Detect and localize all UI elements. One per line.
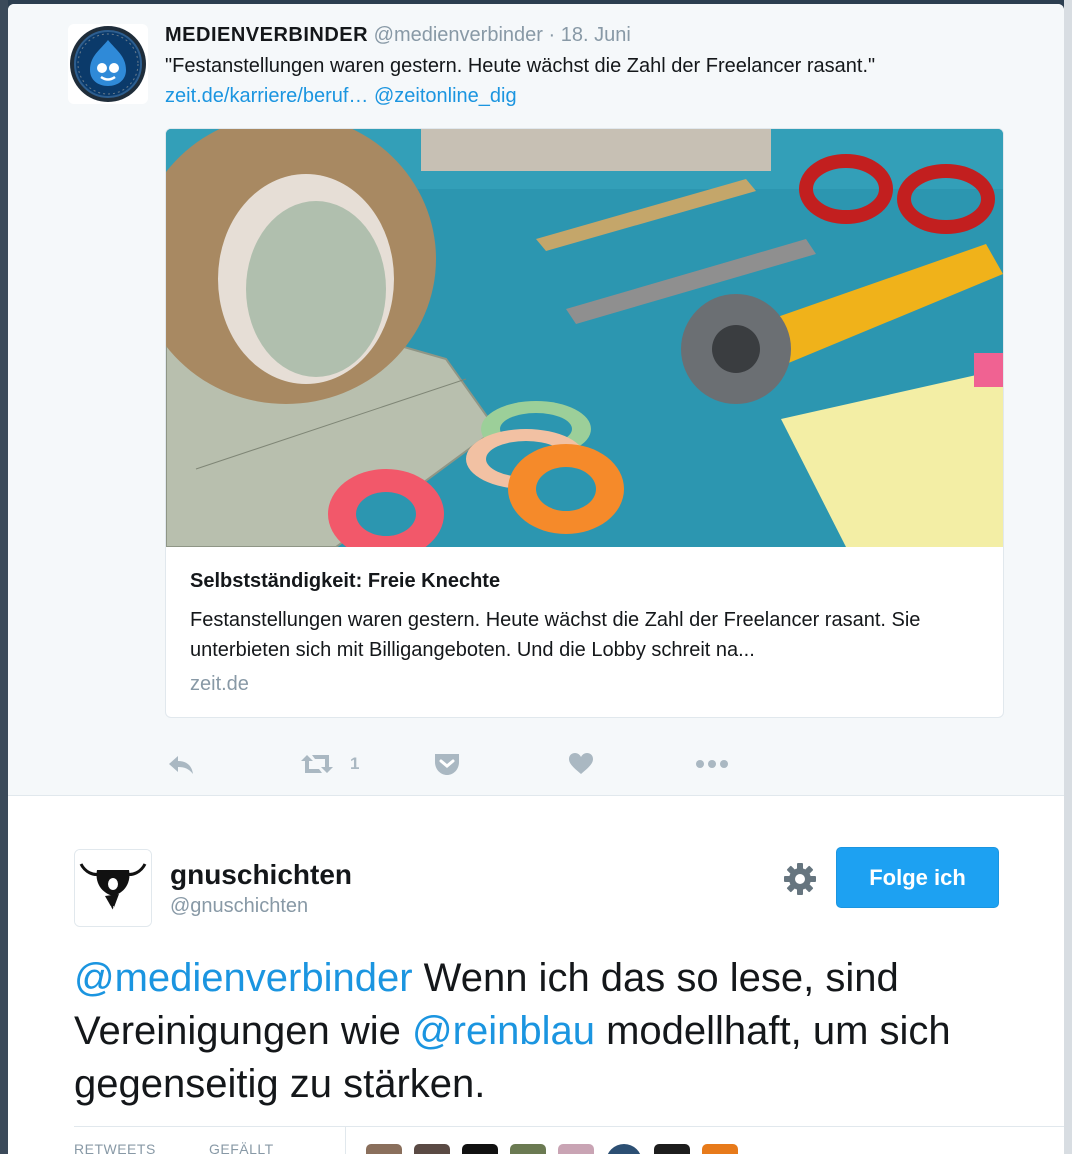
liker-avatar[interactable]	[654, 1144, 690, 1154]
mention-reinblau[interactable]: @reinblau	[412, 1009, 595, 1053]
parent-author-handle[interactable]: @medienverbinder	[374, 24, 543, 46]
more-button[interactable]	[695, 748, 729, 780]
main-avatar[interactable]: gnu	[74, 849, 152, 927]
card-image[interactable]	[166, 129, 1003, 559]
reply-icon	[167, 752, 195, 776]
mention-link[interactable]: @zeitonline_dig	[374, 85, 517, 107]
pocket-icon	[433, 751, 461, 777]
liker-avatar[interactable]	[702, 1144, 738, 1154]
card-domain: zeit.de	[190, 673, 249, 695]
follow-button[interactable]: Folge ich	[836, 847, 999, 908]
svg-text:gnu: gnu	[101, 904, 114, 912]
more-dots-icon	[695, 758, 729, 770]
mention-medienverbinder[interactable]: @medienverbinder	[74, 956, 413, 1000]
liker-avatar[interactable]	[558, 1144, 594, 1154]
parent-tweet[interactable]: MEDIENVERBINDER @medienverbinder · 18. J…	[8, 4, 1064, 796]
page-backdrop	[0, 0, 8, 1154]
parent-links: zeit.de/karriere/beruf… @zeitonline_dig	[165, 85, 517, 108]
tweet-actions: 1	[165, 748, 865, 780]
liker-avatar[interactable]	[366, 1144, 402, 1154]
parent-author-name[interactable]: MEDIENVERBINDER	[165, 24, 368, 46]
card-title[interactable]: Selbstständigkeit: Freie Knechte	[190, 570, 500, 593]
like-button[interactable]	[568, 748, 594, 780]
liker-avatar[interactable]	[510, 1144, 546, 1154]
reply-button[interactable]	[167, 748, 195, 780]
article-link[interactable]: zeit.de/karriere/beruf…	[165, 85, 368, 107]
pocket-button[interactable]	[433, 748, 461, 780]
retweet-button[interactable]: 1	[300, 748, 359, 780]
main-author-name[interactable]: gnuschichten	[170, 859, 352, 891]
retweet-count: 1	[350, 754, 360, 773]
parent-tweet-text: "Festanstellungen waren gestern. Heute w…	[165, 55, 876, 77]
card-description: Festanstellungen waren gestern. Heute wä…	[190, 609, 921, 661]
liker-avatar[interactable]	[462, 1144, 498, 1154]
link-preview-card[interactable]: Selbstständigkeit: Freie Knechte Festans…	[165, 128, 1004, 718]
header-separator: ·	[548, 24, 556, 46]
parent-timestamp[interactable]: 18. Juni	[561, 24, 631, 46]
likes-stat-label[interactable]: GEFÄLLT	[209, 1141, 274, 1154]
main-author-handle[interactable]: @gnuschichten	[170, 895, 308, 918]
retweet-icon	[300, 752, 334, 776]
tweet-permalink-modal: MEDIENVERBINDER @medienverbinder · 18. J…	[8, 4, 1064, 1154]
liker-avatar[interactable]	[414, 1144, 450, 1154]
retweets-stat-label[interactable]: RETWEETS	[74, 1141, 156, 1154]
page-backdrop-right	[1064, 0, 1072, 1154]
heart-icon	[568, 752, 594, 776]
gear-icon[interactable]	[783, 862, 817, 896]
stats-divider	[345, 1127, 346, 1154]
parent-header: MEDIENVERBINDER @medienverbinder · 18. J…	[165, 24, 631, 47]
main-tweet-text: @medienverbinder Wenn ich das so lese, s…	[74, 952, 1034, 1111]
parent-avatar[interactable]	[68, 24, 148, 104]
